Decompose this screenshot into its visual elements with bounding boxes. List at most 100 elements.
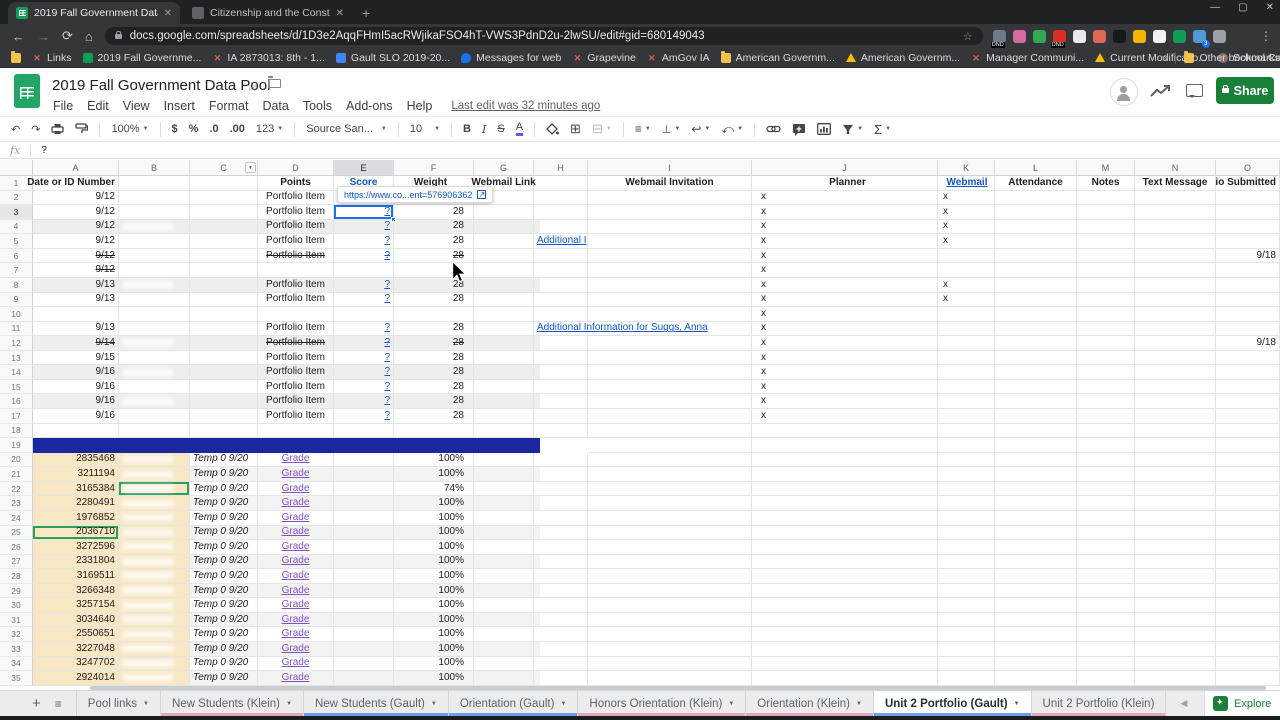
cell-E4[interactable]: ? xyxy=(334,219,394,235)
cell-F11[interactable]: 28 xyxy=(394,321,474,337)
cell-C8[interactable] xyxy=(190,277,258,293)
column-header-E[interactable]: E xyxy=(334,160,394,176)
cell-K32[interactable] xyxy=(938,627,995,642)
cell-E35[interactable] xyxy=(334,671,394,686)
sheets-logo-icon[interactable] xyxy=(14,74,40,108)
column-header-G[interactable]: G xyxy=(474,160,534,176)
cell-C31[interactable]: Temp 0 9/20 xyxy=(190,612,258,628)
cell-E7[interactable] xyxy=(334,263,394,278)
font-select[interactable]: Source San... ▼ xyxy=(306,123,387,135)
cell-E31[interactable] xyxy=(334,612,394,628)
cell-B16[interactable] xyxy=(119,394,190,409)
cell-D10[interactable] xyxy=(258,307,334,322)
cell-J31[interactable] xyxy=(752,612,938,628)
cell-K1[interactable]: Webmail xyxy=(938,176,995,191)
cell-C6[interactable] xyxy=(190,248,258,264)
cell-A11[interactable]: 9/13 xyxy=(33,321,119,337)
cell-B29[interactable] xyxy=(119,583,190,599)
cell-K13[interactable] xyxy=(938,350,995,366)
cell-E13[interactable]: ? xyxy=(334,350,394,366)
cell-D7[interactable] xyxy=(258,263,334,278)
cell-C10[interactable] xyxy=(190,307,258,322)
keep-extension[interactable] xyxy=(1152,29,1166,43)
gem-extension[interactable] xyxy=(1072,29,1086,43)
cell-H20[interactable] xyxy=(534,452,588,468)
url-text[interactable]: docs.google.com/spreadsheets/d/1D3e2AqqF… xyxy=(130,30,963,42)
cell-M30[interactable] xyxy=(1077,598,1135,613)
cell-I27[interactable] xyxy=(588,554,752,570)
cell-L22[interactable] xyxy=(995,481,1077,497)
cell-N8[interactable] xyxy=(1135,277,1216,293)
cell-J12[interactable]: x xyxy=(752,336,938,351)
cell-K27[interactable] xyxy=(938,554,995,570)
cell-F12[interactable]: 28 xyxy=(394,336,474,351)
cell-D20[interactable]: Grade xyxy=(258,452,334,468)
cell-O3[interactable] xyxy=(1216,205,1280,220)
cell-G32[interactable] xyxy=(474,627,534,642)
cell-F34[interactable]: 100% xyxy=(394,656,474,672)
cell-G23[interactable] xyxy=(474,496,534,511)
cell-F10[interactable] xyxy=(394,307,474,322)
vertical-align-icon[interactable]: ⊥ ▼ xyxy=(662,123,681,136)
cell-F13[interactable]: 28 xyxy=(394,350,474,366)
cell-O21[interactable] xyxy=(1216,467,1280,482)
cell-O17[interactable] xyxy=(1216,409,1280,424)
cell-G3[interactable] xyxy=(474,205,534,220)
cell-O30[interactable] xyxy=(1216,598,1280,613)
row-header-8[interactable]: 8 xyxy=(0,277,33,293)
cell-G24[interactable] xyxy=(474,510,534,526)
column-header-F[interactable]: F xyxy=(394,160,474,176)
row-header-28[interactable]: 28 xyxy=(0,569,33,584)
sheet-tab-menu-icon[interactable]: ▼ xyxy=(856,701,862,707)
bookmark-grapevine[interactable]: ✕ Grapevine xyxy=(572,52,636,64)
cell-C13[interactable] xyxy=(190,350,258,366)
cell-G25[interactable] xyxy=(474,525,534,541)
cell-C4[interactable] xyxy=(190,219,258,235)
cell-L28[interactable] xyxy=(995,569,1077,584)
cell-K30[interactable] xyxy=(938,598,995,613)
cell-A5[interactable]: 9/12 xyxy=(33,234,119,249)
cell-F35[interactable]: 100% xyxy=(394,671,474,686)
row-header-33[interactable]: 33 xyxy=(0,642,33,657)
row-header-18[interactable]: 18 xyxy=(0,423,33,439)
row-header-13[interactable]: 13 xyxy=(0,350,33,366)
cell-F3[interactable]: 28 xyxy=(394,205,474,220)
tab-close-icon[interactable]: ✕ xyxy=(164,8,172,19)
row-header-24[interactable]: 24 xyxy=(0,510,33,526)
cell-N19[interactable] xyxy=(1135,438,1216,453)
cell-J35[interactable] xyxy=(752,671,938,686)
cell-O14[interactable] xyxy=(1216,365,1280,380)
sheet-tab-new-students-gault[interactable]: New Students (Gault) ▼ xyxy=(303,691,449,716)
column-header-N[interactable]: N xyxy=(1135,160,1216,176)
cell-N7[interactable] xyxy=(1135,263,1216,278)
cell-N18[interactable] xyxy=(1135,423,1216,439)
cell-F14[interactable]: 28 xyxy=(394,365,474,380)
column-header-M[interactable]: M xyxy=(1077,160,1135,176)
cell-F4[interactable]: 28 xyxy=(394,219,474,235)
cell-K12[interactable] xyxy=(938,336,995,351)
cell-O1[interactable]: Portfolio Submitted xyxy=(1216,176,1280,191)
cell-L33[interactable] xyxy=(995,642,1077,657)
cell-B2[interactable] xyxy=(119,190,190,206)
explore-button[interactable]: Explore xyxy=(1204,691,1280,716)
cell-C7[interactable] xyxy=(190,263,258,278)
row-header-6[interactable]: 6 xyxy=(0,248,33,264)
column-header-B[interactable]: B xyxy=(119,160,190,176)
cell-F22[interactable]: 74% xyxy=(394,481,474,497)
cell-J18[interactable] xyxy=(752,423,938,439)
row-header-22[interactable]: 22 xyxy=(0,481,33,497)
cell-H6[interactable] xyxy=(534,248,588,264)
cell-K10[interactable] xyxy=(938,307,995,322)
cell-L2[interactable] xyxy=(995,190,1077,206)
row-header-10[interactable]: 10 xyxy=(0,307,33,322)
cell-C30[interactable]: Temp 0 9/20 xyxy=(190,598,258,613)
cell-B30[interactable] xyxy=(119,598,190,613)
sheet-tab-menu-icon[interactable]: ▼ xyxy=(728,701,734,707)
cell-J28[interactable] xyxy=(752,569,938,584)
sheet-tab-unit-2-portfolio-gault[interactable]: Unit 2 Portfolio (Gault) ▼ xyxy=(873,691,1032,716)
cell-B10[interactable] xyxy=(119,307,190,322)
cell-E14[interactable]: ? xyxy=(334,365,394,380)
cell-H9[interactable] xyxy=(534,292,588,308)
cell-K29[interactable] xyxy=(938,583,995,599)
cell-N9[interactable] xyxy=(1135,292,1216,308)
